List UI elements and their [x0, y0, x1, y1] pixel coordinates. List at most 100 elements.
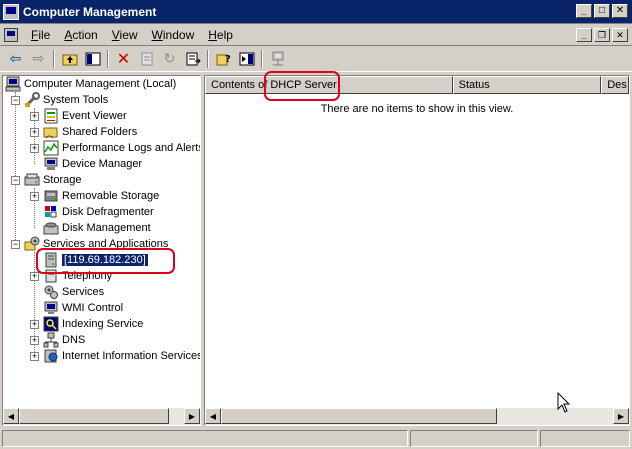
expand-toggle[interactable]: + [30, 128, 39, 137]
tree-node-dns[interactable]: DNS [43, 332, 85, 348]
tree-label: Device Manager [62, 158, 143, 170]
expand-toggle[interactable]: + [30, 144, 39, 153]
child-minimize-button[interactable]: _ [576, 28, 592, 42]
refresh-icon[interactable]: ↻ [158, 48, 181, 70]
tree-node-iis[interactable]: Internet Information Services [43, 348, 200, 364]
dns-icon [43, 332, 59, 348]
status-panel [410, 430, 538, 447]
tree-label: Disk Management [62, 222, 151, 234]
disk-defragmenter-icon [43, 204, 59, 220]
menu-view[interactable]: View [105, 28, 145, 42]
maximize-button[interactable]: □ [594, 4, 610, 18]
scroll-track[interactable] [221, 408, 613, 425]
tree-node-wmi-control[interactable]: WMI Control [43, 300, 123, 316]
tree-label: WMI Control [62, 302, 124, 314]
tree-node-removable-storage[interactable]: Removable Storage [43, 188, 159, 204]
expand-toggle[interactable]: + [30, 352, 39, 361]
tree-node-root[interactable]: Computer Management (Local) [5, 76, 176, 92]
expand-toggle[interactable]: + [30, 272, 39, 281]
scroll-track[interactable] [19, 408, 184, 425]
services-applications-icon [24, 236, 40, 252]
menu-action-label: ction [72, 27, 98, 42]
tree-node-indexing-service[interactable]: Indexing Service [43, 316, 143, 332]
tree-node-services[interactable]: Services [43, 284, 104, 300]
minimize-button[interactable]: _ [576, 4, 592, 18]
menu-bar: File Action View Window Help _ ❐ ✕ [0, 24, 632, 46]
scroll-right-button[interactable]: ▶ [613, 408, 629, 424]
tree-node-storage[interactable]: Storage [24, 172, 82, 188]
tree-node-dhcp-server[interactable]: [119.69.182.230] [43, 252, 149, 268]
system-menu-icon[interactable] [4, 27, 18, 42]
tree-node-disk-management[interactable]: Disk Management [43, 220, 151, 236]
column-header-description[interactable]: Des [601, 76, 629, 94]
tree-node-disk-defragmenter[interactable]: Disk Defragmenter [43, 204, 154, 220]
expand-toggle[interactable]: + [30, 112, 39, 121]
network-computer-icon[interactable] [266, 48, 289, 70]
column-header-label: Contents of DHCP Server [211, 79, 337, 91]
wmi-control-icon [43, 300, 59, 316]
properties-icon[interactable] [135, 48, 158, 70]
shared-folders-icon [43, 124, 59, 140]
expand-toggle[interactable]: + [30, 320, 39, 329]
telephony-icon [43, 268, 59, 284]
menu-file[interactable]: File [24, 28, 57, 42]
up-one-level-icon[interactable] [58, 48, 81, 70]
tree-horizontal-scrollbar[interactable]: ◀ ▶ [3, 408, 200, 425]
tree-label: Shared Folders [62, 126, 138, 138]
status-bar [0, 428, 632, 449]
child-restore-button[interactable]: ❐ [594, 28, 610, 42]
column-headers: Contents of DHCP Server Status Des [205, 76, 629, 94]
menu-help[interactable]: Help [201, 28, 240, 42]
scroll-right-button[interactable]: ▶ [184, 408, 200, 424]
show-hide-tree-icon[interactable] [81, 48, 104, 70]
removable-storage-icon [43, 188, 59, 204]
scroll-left-button[interactable]: ◀ [205, 408, 221, 424]
menu-window[interactable]: Window [145, 28, 202, 42]
results-pane[interactable]: Contents of DHCP Server Status Des There… [204, 75, 630, 426]
export-list-icon[interactable] [181, 48, 204, 70]
toolbar: ⇦ ⇨ ✕ ↻ ? [0, 46, 632, 72]
delete-icon[interactable]: ✕ [112, 48, 135, 70]
scroll-thumb[interactable] [19, 408, 169, 424]
expand-toggle[interactable]: + [30, 336, 39, 345]
title-bar[interactable]: Computer Management _ □ ✕ [0, 0, 632, 24]
dhcp-server-icon [43, 252, 59, 268]
collapse-toggle[interactable]: − [11, 240, 20, 249]
tree-label: Performance Logs and Alerts [62, 142, 201, 154]
column-header-status[interactable]: Status [452, 76, 602, 94]
console-tree[interactable]: Computer Management (Local) System Tools… [2, 75, 201, 426]
action-pane-icon[interactable] [235, 48, 258, 70]
close-button[interactable]: ✕ [612, 4, 628, 18]
tree-node-telephony[interactable]: Telephony [43, 268, 112, 284]
collapse-toggle[interactable]: − [11, 176, 20, 185]
help-icon[interactable]: ? [212, 48, 235, 70]
tree-label: Services [62, 286, 105, 298]
status-panel [2, 430, 408, 447]
tree-node-event-viewer[interactable]: Event Viewer [43, 108, 127, 124]
tree-node-shared-folders[interactable]: Shared Folders [43, 124, 137, 140]
svg-text:?: ? [225, 54, 231, 65]
tree-node-device-manager[interactable]: Device Manager [43, 156, 142, 172]
tree-label: System Tools [43, 94, 109, 106]
collapse-toggle[interactable]: − [11, 96, 20, 105]
menu-view-accel: V [111, 27, 120, 42]
scroll-thumb[interactable] [221, 408, 497, 424]
tree-node-services-and-applications[interactable]: Services and Applications [24, 236, 168, 252]
tree-label: DNS [62, 334, 86, 346]
menu-action[interactable]: Action [57, 28, 104, 42]
tree-node-performance-logs[interactable]: Performance Logs and Alerts [43, 140, 201, 156]
tree-label: Services and Applications [43, 238, 169, 250]
back-icon[interactable]: ⇦ [4, 48, 27, 70]
menu-help-accel: H [208, 27, 217, 42]
child-close-button[interactable]: ✕ [612, 28, 628, 42]
tree-node-system-tools[interactable]: System Tools [24, 92, 108, 108]
menu-window-label: indow [162, 27, 195, 42]
tree-connector [15, 92, 16, 248]
expand-toggle[interactable]: + [30, 192, 39, 201]
menu-help-label: elp [216, 27, 233, 42]
column-header-contents[interactable]: Contents of DHCP Server [205, 76, 453, 94]
toolbar-separator [53, 49, 55, 68]
forward-icon[interactable]: ⇨ [27, 48, 50, 70]
tree-label: Disk Defragmenter [62, 206, 154, 218]
scroll-left-button[interactable]: ◀ [3, 408, 19, 424]
